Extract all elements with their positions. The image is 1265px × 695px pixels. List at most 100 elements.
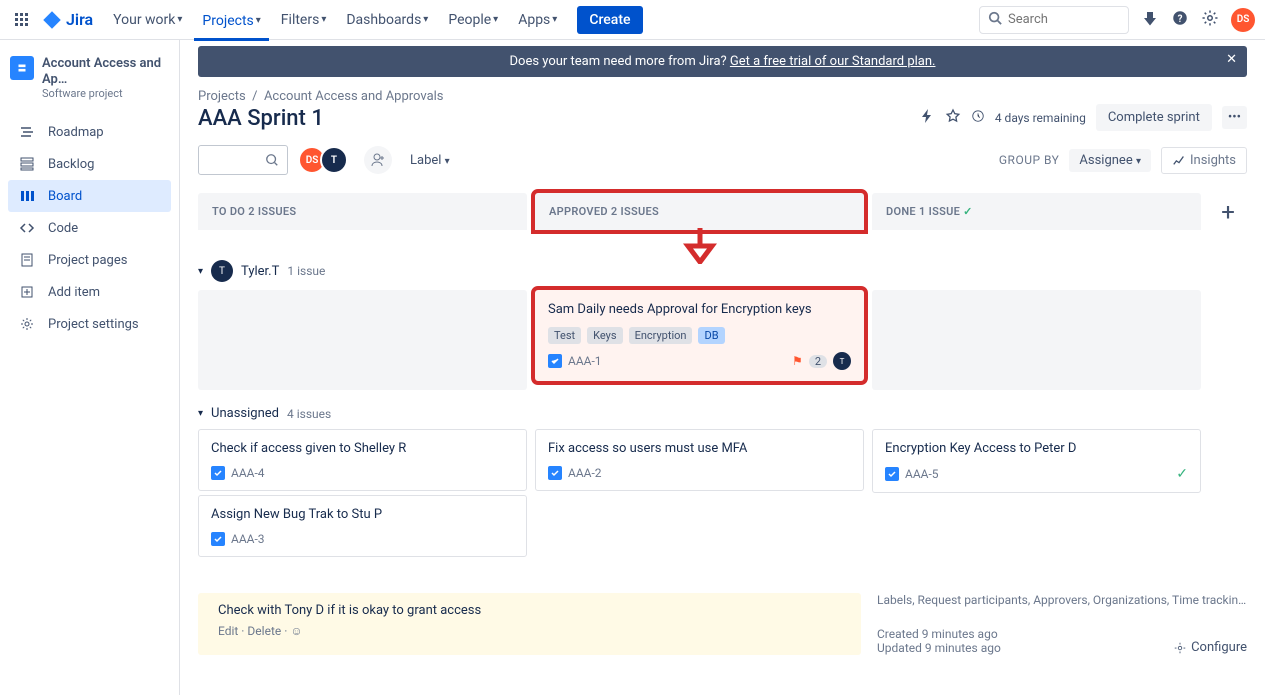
clock-icon [971, 109, 985, 127]
nav-apps[interactable]: Apps▾ [510, 6, 565, 34]
primary-nav: Your work▾ Projects▾ Filters▾ Dashboards… [105, 6, 565, 34]
sidebar-code[interactable]: Code [8, 212, 171, 244]
bolt-icon[interactable] [919, 108, 935, 128]
add-icon [18, 284, 36, 300]
sidebar-add-item[interactable]: Add item [8, 276, 171, 308]
add-column-button[interactable]: + [1209, 193, 1247, 230]
banner-link[interactable]: Get a free trial of our Standard plan. [730, 54, 936, 69]
banner-close-icon[interactable]: ✕ [1226, 52, 1237, 67]
chevron-down-icon: ▾ [493, 14, 498, 25]
label-chip[interactable]: DB [698, 327, 724, 344]
swimlane-name: Tyler.T [241, 264, 279, 279]
groupby-select[interactable]: Assignee ▾ [1069, 149, 1151, 172]
col-done[interactable]: Encryption Key Access to Peter D AAA-5 ✓ [872, 429, 1201, 493]
notifications-icon[interactable] [1141, 9, 1159, 31]
gear-icon [18, 316, 36, 332]
sidebar-board[interactable]: Board [8, 180, 171, 212]
swimlane-header-unassigned[interactable]: ▾ Unassigned 4 issues [198, 406, 1247, 421]
card-title: Encryption Key Access to Peter D [885, 440, 1188, 458]
sidebar-roadmap[interactable]: Roadmap [8, 116, 171, 148]
col-done[interactable] [872, 290, 1201, 390]
nav-filters[interactable]: Filters▾ [273, 6, 335, 34]
insights-button[interactable]: Insights [1161, 147, 1247, 174]
column-header-approved[interactable]: APPROVED 2 ISSUES [535, 193, 864, 230]
project-name: Account Access and Ap… [42, 56, 169, 87]
groupby-label: GROUP BY [999, 153, 1060, 167]
issue-key[interactable]: AAA-2 [568, 466, 602, 480]
label-dropdown[interactable]: Label ▾ [402, 149, 458, 172]
assignee-avatar[interactable]: T [833, 352, 851, 370]
project-header[interactable]: Account Access and Ap… Software project [8, 54, 171, 102]
check-icon: ✓ [963, 205, 973, 218]
issue-card-aaa-3[interactable]: Assign New Bug Trak to Stu P AAA-3 [198, 495, 527, 557]
board-search[interactable] [198, 145, 288, 175]
sidebar-project-pages[interactable]: Project pages [8, 244, 171, 276]
done-check-icon: ✓ [1176, 466, 1188, 482]
configure-link[interactable]: Configure [1173, 640, 1247, 655]
product-name: Jira [66, 10, 93, 29]
top-nav: Jira Your work▾ Projects▾ Filters▾ Dashb… [0, 0, 1265, 40]
issue-card-aaa-1[interactable]: Sam Daily needs Approval for Encryption … [535, 290, 864, 381]
issue-key[interactable]: AAA-3 [231, 532, 265, 546]
more-actions-icon[interactable]: ••• [1222, 106, 1247, 129]
swimlane-header-tyler[interactable]: ▾ T Tyler.T 1 issue [198, 260, 1247, 282]
add-people-icon[interactable] [364, 146, 392, 174]
issue-card-aaa-4[interactable]: Check if access given to Shelley R AAA-4 [198, 429, 527, 491]
label-chip[interactable]: Encryption [629, 327, 693, 344]
emoji-icon[interactable]: ☺ [290, 624, 302, 638]
avatar-t[interactable]: T [320, 146, 348, 174]
activity-comment: Check with Tony D if it is okay to grant… [198, 593, 861, 655]
col-todo[interactable] [198, 290, 527, 390]
nav-dashboards[interactable]: Dashboards▾ [338, 6, 436, 34]
col-approved[interactable]: Fix access so users must use MFA AAA-2 [535, 429, 864, 491]
help-icon[interactable]: ? [1171, 9, 1189, 31]
column-header-todo[interactable]: TO DO 2 ISSUES [198, 193, 527, 230]
nav-projects[interactable]: Projects▾ [194, 6, 268, 41]
card-title: Check if access given to Shelley R [211, 440, 514, 458]
create-button[interactable]: Create [577, 6, 642, 34]
issue-card-aaa-5[interactable]: Encryption Key Access to Peter D AAA-5 ✓ [872, 429, 1201, 493]
edit-link[interactable]: Edit [218, 624, 238, 638]
swimlane-name: Unassigned [211, 406, 279, 421]
member-avatars: DS T [298, 146, 348, 174]
issue-key[interactable]: AAA-1 [568, 354, 602, 368]
col-todo[interactable]: Check if access given to Shelley R AAA-4… [198, 429, 527, 557]
project-icon [10, 56, 34, 80]
backlog-icon [18, 156, 36, 172]
sidebar: Account Access and Ap… Software project … [0, 40, 180, 695]
jira-logo[interactable]: Jira [42, 10, 93, 30]
nav-your-work[interactable]: Your work▾ [105, 6, 190, 34]
sidebar-backlog[interactable]: Backlog [8, 148, 171, 180]
delete-link[interactable]: Delete [247, 624, 281, 638]
issue-card-aaa-2[interactable]: Fix access so users must use MFA AAA-2 [535, 429, 864, 491]
search-input[interactable] [1008, 12, 1108, 27]
profile-avatar[interactable]: DS [1231, 8, 1255, 32]
label-chip[interactable]: Keys [587, 327, 622, 344]
swimlane-count: 1 issue [287, 264, 325, 278]
sidebar-project-settings[interactable]: Project settings [8, 308, 171, 340]
issue-key[interactable]: AAA-5 [905, 467, 939, 481]
remaining-label: 4 days remaining [995, 111, 1086, 125]
created-label: Created 9 minutes ago [877, 627, 1001, 641]
global-search[interactable] [979, 6, 1129, 34]
chevron-down-icon: ▾ [198, 266, 203, 277]
col-approved[interactable]: Sam Daily needs Approval for Encryption … [535, 290, 864, 381]
details-labels: Labels, Request participants, Approvers,… [877, 593, 1247, 607]
settings-icon[interactable] [1201, 9, 1219, 31]
breadcrumb-project[interactable]: Account Access and Approvals [264, 89, 444, 104]
complete-sprint-button[interactable]: Complete sprint [1096, 104, 1212, 131]
code-icon [18, 220, 36, 236]
card-title: Assign New Bug Trak to Stu P [211, 506, 514, 524]
issue-key[interactable]: AAA-4 [231, 466, 265, 480]
label-chip[interactable]: Test [548, 327, 581, 344]
nav-people[interactable]: People▾ [440, 6, 506, 34]
issue-type-icon [548, 354, 562, 368]
chevron-down-icon: ▾ [177, 14, 182, 25]
app-switcher-icon[interactable] [10, 12, 34, 28]
card-title: Sam Daily needs Approval for Encryption … [548, 301, 851, 319]
breadcrumb-projects[interactable]: Projects [198, 89, 246, 104]
column-header-done[interactable]: DONE 1 ISSUE ✓ [872, 193, 1201, 230]
project-type: Software project [42, 87, 169, 100]
flag-icon: ⚑ [792, 354, 803, 368]
star-icon[interactable] [945, 108, 961, 128]
